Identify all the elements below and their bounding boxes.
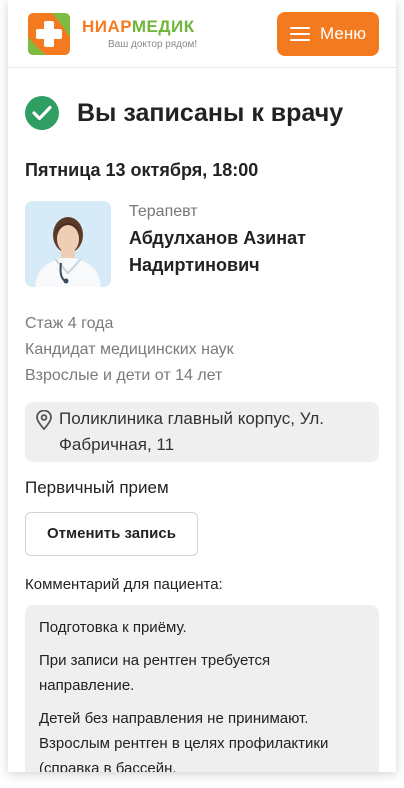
doctor-facts: Стаж 4 года Кандидат медицинских наук Вз… [25, 311, 379, 389]
comment-box: Подготовка к приёму. При записи на рентг… [25, 605, 379, 772]
doctor-specialty: Терапевт [129, 203, 198, 220]
brand-part-1: НИАР [82, 16, 132, 36]
brand-name: НИАРМЕДИК [82, 16, 197, 36]
logo[interactable]: НИАРМЕДИК Ваш доктор рядом! [26, 11, 197, 57]
visit-type: Первичный прием [25, 478, 169, 497]
clinic-address[interactable]: Поликлиника главный корпус, Ул. Фабрична… [25, 402, 379, 462]
status-row: Вы записаны к врачу [25, 96, 379, 130]
doctor-name: Абдулханов Азинат Надиртинович [129, 228, 306, 275]
comment-paragraph: Детей без направления не принимают. Взро… [39, 710, 329, 772]
check-circle-icon [25, 96, 59, 130]
brand-part-2: МЕДИК [131, 16, 195, 36]
comment-label: Комментарий для пациента: [25, 576, 223, 593]
status-title: Вы записаны к врачу [77, 98, 344, 127]
doctor-patients: Взрослые и дети от 14 лет [25, 367, 223, 384]
appointment-content: Вы записаны к врачу Пятница 13 октября, … [8, 96, 396, 772]
header: НИАРМЕДИК Ваш доктор рядом! Меню [8, 0, 396, 68]
menu-button[interactable]: Меню [277, 11, 379, 56]
doctor-degree: Кандидат медицинских наук [25, 341, 234, 358]
hamburger-icon [290, 26, 311, 42]
location-pin-icon [35, 409, 55, 458]
page-frame: НИАРМЕДИК Ваш доктор рядом! Меню Вы запи… [8, 0, 396, 772]
doctor-card[interactable]: Терапевт Абдулханов Азинат Надиртинович [25, 201, 379, 287]
logo-cross-icon [26, 11, 72, 57]
menu-label: Меню [320, 23, 366, 43]
address-text: Поликлиника главный корпус, Ул. Фабрична… [59, 409, 324, 454]
cancel-appointment-button[interactable]: Отменить запись [25, 512, 198, 556]
doctor-photo [25, 201, 111, 287]
comment-paragraph: При записи на рентген требуется направле… [39, 652, 271, 694]
comment-paragraph: Подготовка к приёму. [39, 619, 187, 636]
appointment-datetime: Пятница 13 октября, 18:00 [25, 160, 259, 180]
tagline: Ваш доктор рядом! [108, 38, 198, 50]
doctor-experience: Стаж 4 года [25, 315, 114, 332]
